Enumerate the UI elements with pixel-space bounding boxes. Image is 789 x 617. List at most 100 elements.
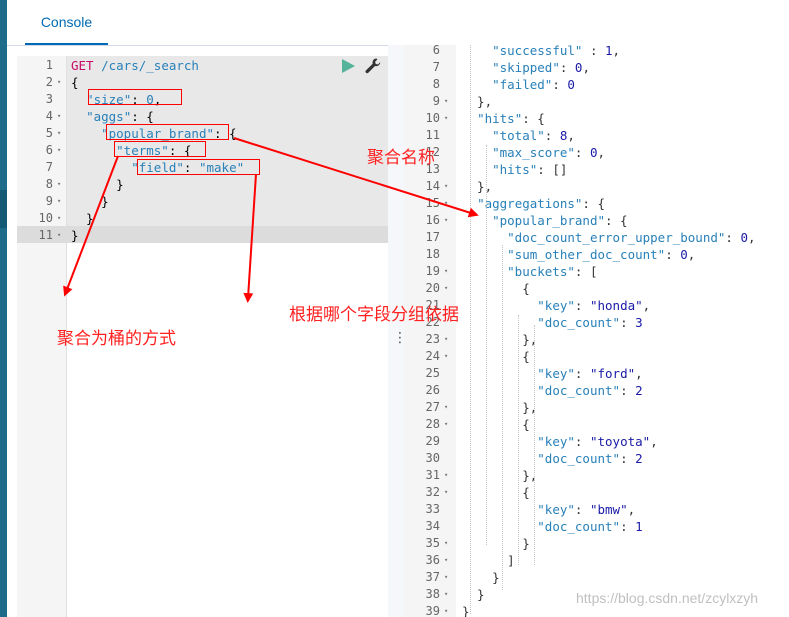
fold-toggle-icon[interactable]: ▾ bbox=[57, 180, 61, 188]
line-number: 25 bbox=[425, 366, 440, 380]
line-number: 35 bbox=[425, 536, 440, 550]
request-code-line[interactable]: { bbox=[71, 74, 79, 91]
line-number: 6 bbox=[432, 45, 440, 57]
fold-toggle-icon[interactable]: ▾ bbox=[444, 97, 448, 105]
response-code-line: "doc_count_error_upper_bound": 0, bbox=[507, 230, 756, 245]
response-code-line: "max_score": 0, bbox=[492, 145, 606, 160]
tab-console[interactable]: Console bbox=[25, 0, 108, 45]
line-number: 6 bbox=[45, 143, 53, 157]
annotation-group-field: 根据哪个字段分组依据 bbox=[289, 305, 459, 325]
line-number: 17 bbox=[425, 230, 440, 244]
line-number: 24 bbox=[425, 349, 440, 363]
fold-toggle-icon[interactable]: ▾ bbox=[57, 78, 61, 86]
annot-box-terms bbox=[114, 141, 206, 157]
line-number: 38 bbox=[425, 587, 440, 601]
wrench-icon[interactable] bbox=[364, 57, 382, 75]
line-number: 32 bbox=[425, 485, 440, 499]
line-number: 9 bbox=[45, 194, 53, 208]
line-number: 9 bbox=[432, 94, 440, 108]
fold-toggle-icon[interactable]: ▾ bbox=[444, 420, 448, 428]
annot-box-field bbox=[137, 159, 260, 175]
fold-toggle-icon[interactable]: ▾ bbox=[444, 590, 448, 598]
line-number: 10 bbox=[425, 111, 440, 125]
fold-toggle-icon[interactable]: ▾ bbox=[444, 573, 448, 581]
fold-toggle-icon[interactable]: ▾ bbox=[444, 607, 448, 615]
fold-toggle-icon[interactable]: ▾ bbox=[57, 214, 61, 222]
response-viewer: 6 "successful" : 1, 7 "skipped": 0, 8 "fai… bbox=[404, 45, 789, 617]
response-code-line: } bbox=[462, 570, 500, 585]
request-code-line[interactable]: } bbox=[71, 210, 94, 227]
request-code-line[interactable]: "aggs": { bbox=[71, 108, 154, 125]
response-code-line: } bbox=[462, 604, 470, 617]
line-number: 28 bbox=[425, 417, 440, 431]
response-code-line: "key": "ford", bbox=[537, 366, 643, 381]
http-method: GET bbox=[71, 58, 94, 73]
play-icon[interactable] bbox=[340, 58, 356, 74]
line-number: 16 bbox=[425, 213, 440, 227]
fold-toggle-icon[interactable]: ▾ bbox=[444, 216, 448, 224]
response-code-line: { bbox=[462, 417, 530, 432]
fold-toggle-icon[interactable]: ▾ bbox=[444, 488, 448, 496]
indent-guide bbox=[502, 245, 503, 590]
line-number: 27 bbox=[425, 400, 440, 414]
response-code-line: }, bbox=[462, 468, 538, 483]
line-number: 39 bbox=[425, 604, 440, 617]
indent-guide bbox=[518, 315, 519, 565]
line-number: 4 bbox=[45, 109, 53, 123]
request-code-line[interactable]: GET /cars/_search bbox=[71, 57, 199, 74]
response-code-line: }, bbox=[462, 332, 538, 347]
fold-toggle-icon[interactable]: ▾ bbox=[57, 231, 61, 239]
fold-toggle-icon[interactable]: ▾ bbox=[444, 471, 448, 479]
line-number: 29 bbox=[425, 434, 440, 448]
request-code-line[interactable]: } bbox=[71, 227, 79, 244]
request-code-line[interactable]: } bbox=[71, 176, 124, 193]
line-number: 19 bbox=[425, 264, 440, 278]
fold-toggle-icon[interactable]: ▾ bbox=[57, 146, 61, 154]
response-code-line: "hits": { bbox=[477, 111, 545, 126]
line-number: 18 bbox=[425, 247, 440, 261]
response-code-line: } bbox=[462, 536, 530, 551]
response-code-line: "doc_count": 1 bbox=[537, 519, 643, 534]
left-nav-notch bbox=[0, 190, 7, 228]
line-number: 23 bbox=[425, 332, 440, 346]
fold-toggle-icon[interactable]: ▾ bbox=[444, 539, 448, 547]
fold-toggle-icon[interactable]: ▾ bbox=[444, 284, 448, 292]
fold-toggle-icon[interactable]: ▾ bbox=[444, 556, 448, 564]
response-code-line: { bbox=[462, 485, 530, 500]
fold-toggle-icon[interactable]: ▾ bbox=[57, 197, 61, 205]
fold-toggle-icon[interactable]: ▾ bbox=[444, 352, 448, 360]
fold-toggle-icon[interactable]: ▾ bbox=[444, 182, 448, 190]
response-code-line: "buckets": [ bbox=[507, 264, 598, 279]
fold-toggle-icon[interactable]: ▾ bbox=[57, 112, 61, 120]
line-number: 7 bbox=[45, 160, 53, 174]
line-number: 11 bbox=[38, 228, 53, 242]
response-code-line: }, bbox=[462, 179, 493, 194]
fold-toggle-icon[interactable]: ▾ bbox=[57, 129, 61, 137]
fold-toggle-icon[interactable]: ▾ bbox=[444, 114, 448, 122]
fold-toggle-icon[interactable]: ▾ bbox=[444, 199, 448, 207]
line-number: 31 bbox=[425, 468, 440, 482]
response-code-line: "doc_count": 2 bbox=[537, 451, 643, 466]
fold-toggle-icon[interactable]: ▾ bbox=[444, 403, 448, 411]
line-number: 1 bbox=[45, 58, 53, 72]
response-code-line: "key": "bmw", bbox=[537, 502, 636, 517]
indent-guide bbox=[534, 325, 535, 565]
response-code-line: "skipped": 0, bbox=[492, 60, 590, 75]
indent-guide bbox=[470, 45, 471, 614]
fold-toggle-icon[interactable]: ▾ bbox=[444, 267, 448, 275]
response-code-line: "doc_count": 3 bbox=[537, 315, 643, 330]
request-code-line[interactable]: } bbox=[71, 193, 109, 210]
line-number: 7 bbox=[432, 60, 440, 74]
response-code-line: "sum_other_doc_count": 0, bbox=[507, 247, 696, 262]
line-number: 8 bbox=[432, 77, 440, 91]
response-code-line: "total": 8, bbox=[492, 128, 575, 143]
fold-toggle-icon[interactable]: ▾ bbox=[444, 335, 448, 343]
response-code-line: { bbox=[462, 349, 530, 364]
line-number: 15 bbox=[425, 196, 440, 210]
line-number: 37 bbox=[425, 570, 440, 584]
response-code-line: }, bbox=[462, 400, 538, 415]
left-nav-strip bbox=[0, 0, 7, 617]
line-number: 26 bbox=[425, 383, 440, 397]
annotation-agg-name: 聚合名称 bbox=[367, 148, 435, 168]
response-code-line: { bbox=[462, 281, 530, 296]
